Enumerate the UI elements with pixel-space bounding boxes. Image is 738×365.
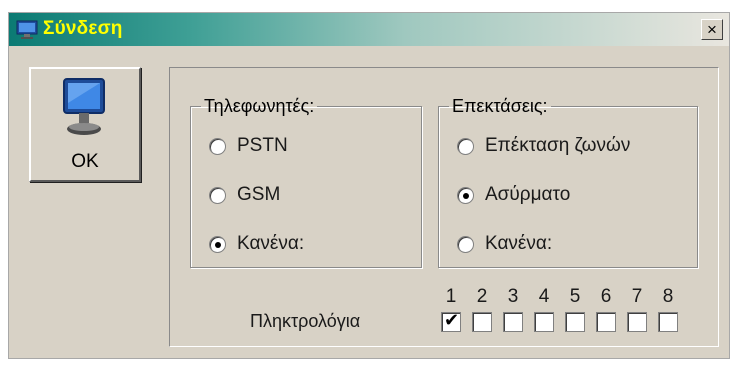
radio-label: Ασύρματο <box>485 184 571 205</box>
window-title: Σύνδεση <box>43 18 123 39</box>
radio-circle[interactable] <box>209 186 226 204</box>
keyboard-checkbox-3[interactable] <box>503 312 523 332</box>
keyboard-number: 5 <box>569 286 581 307</box>
radio-label: Κανένα: <box>237 233 305 254</box>
phones-group: Τηλεφωνητές: PSTN GSM Κανένα: <box>190 96 422 268</box>
radio-label: PSTN <box>237 135 288 156</box>
keyboard-checkbox-5[interactable] <box>565 312 585 332</box>
extensions-legend: Επεκτάσεις: <box>452 96 548 116</box>
keyboard-checkbox-1[interactable] <box>441 310 461 332</box>
radio-circle[interactable] <box>457 235 474 253</box>
close-icon: × <box>707 20 717 39</box>
connection-dialog: Σύνδεση × OK Τηλεφωνητές: PSTN GSM Κανέν… <box>8 12 730 359</box>
radio-gsm[interactable]: GSM <box>209 180 280 210</box>
keyboard-number: 4 <box>538 286 550 307</box>
radio-label: Επέκταση ζωνών <box>485 135 631 156</box>
radio-circle[interactable] <box>209 235 226 253</box>
radio-label: Κανένα: <box>485 233 553 254</box>
keyboards-label: Πληκτρολόγια <box>250 311 361 331</box>
keyboard-checkbox-6[interactable] <box>596 312 616 332</box>
radio-phones-none[interactable]: Κανένα: <box>209 229 304 259</box>
keyboard-number: 8 <box>662 286 674 307</box>
keyboard-number: 1 <box>445 286 457 307</box>
keyboard-checkbox-2[interactable] <box>472 312 492 332</box>
close-button[interactable]: × <box>701 19 723 40</box>
monitor-icon <box>63 78 105 135</box>
radio-circle[interactable] <box>209 137 226 155</box>
radio-pstn[interactable]: PSTN <box>209 131 288 161</box>
keyboard-checkbox-8[interactable] <box>658 312 678 332</box>
phones-legend: Τηλεφωνητές: <box>204 96 315 116</box>
keyboard-number: 3 <box>507 286 519 307</box>
radio-zone-extension[interactable]: Επέκταση ζωνών <box>457 131 630 161</box>
radio-circle[interactable] <box>457 186 474 204</box>
ok-button-label: OK <box>71 151 99 172</box>
keyboard-number: 6 <box>600 286 612 307</box>
title-bar: Σύνδεση × <box>9 13 729 46</box>
keyboard-checkbox-7[interactable] <box>627 312 647 332</box>
keyboard-number: 2 <box>476 286 488 307</box>
keyboard-number: 7 <box>631 286 643 307</box>
monitor-icon <box>16 20 38 39</box>
radio-extensions-none[interactable]: Κανένα: <box>457 229 552 259</box>
radio-label: GSM <box>237 184 281 205</box>
radio-circle[interactable] <box>457 137 474 155</box>
keyboard-checkbox-4[interactable] <box>534 312 554 332</box>
extensions-group: Επεκτάσεις: Επέκταση ζωνών Ασύρματο Κανέ… <box>438 96 698 268</box>
settings-panel: Τηλεφωνητές: PSTN GSM Κανένα: Επεκτάσεις… <box>169 67 719 347</box>
radio-wireless[interactable]: Ασύρματο <box>457 180 570 210</box>
ok-button[interactable]: OK <box>29 67 141 182</box>
